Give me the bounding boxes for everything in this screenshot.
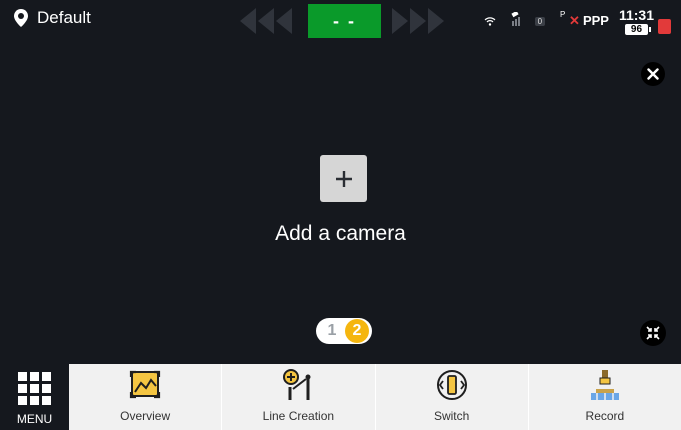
overview-icon [130,370,161,399]
satellite-icon [511,10,521,26]
collapse-button[interactable] [640,320,666,346]
switch-icon [436,370,467,400]
record-icon [590,370,619,400]
ppp-error-icon: ✕ [569,13,580,28]
menu-grid-icon [18,372,51,405]
alert-icon[interactable] [658,18,671,34]
tab-overview-label: Overview [120,409,171,423]
chevron-right-icon [392,8,408,34]
chevron-left-icon [258,8,274,34]
survey-screen: Default - - 0 P ✕ PPP 11:31 96 Add a cam… [0,0,681,430]
tab-record-label: Record [585,409,625,423]
page-2-button[interactable]: 2 [345,319,369,343]
page-1-button[interactable]: 1 [319,322,345,340]
collapse-icon [646,326,660,340]
chevron-right-icon [428,8,444,34]
signal-status[interactable]: - - [308,4,381,38]
menu-label: MENU [16,412,53,426]
previous-button[interactable] [240,4,294,38]
page-indicator: 1 2 [316,318,372,344]
add-camera-label: Add a camera [275,222,406,245]
add-camera-button[interactable] [320,155,367,202]
chevron-left-icon [240,8,256,34]
ppp-label: PPP [582,13,609,28]
location-selector[interactable]: Default [14,8,91,28]
chevron-left-icon [276,8,292,34]
satellite-count: 0 [534,16,546,26]
location-pin-icon [14,9,28,27]
wifi-icon [484,17,496,26]
tab-switch[interactable]: Switch [375,364,529,430]
location-name: Default [37,8,91,27]
close-button[interactable] [641,62,665,86]
clock-battery: 11:31 96 [619,8,654,35]
ppp-superscript: P [560,10,566,19]
status-icons: 0 P ✕ PPP 11:31 96 [484,6,671,36]
tab-overview[interactable]: Overview [69,364,223,430]
bottom-bar: MENU Overview Line Creation Switch Recor… [0,364,681,430]
chevron-right-icon [410,8,426,34]
ppp-status: P ✕ PPP [560,10,609,29]
satellite-status: 0 [510,10,546,31]
tab-line-creation-label: Line Creation [262,409,335,423]
tab-line-creation[interactable]: Line Creation [222,364,376,430]
bottom-tabs: Overview Line Creation Switch Record [69,364,681,430]
battery-level: 96 [624,23,652,35]
close-icon [647,68,659,80]
plus-icon [335,170,352,187]
clock: 11:31 [618,6,654,23]
tab-switch-label: Switch [433,409,470,423]
status-bar: Default - - 0 P ✕ PPP 11:31 96 [0,0,681,40]
line-creation-icon [283,369,311,400]
next-button[interactable] [392,4,446,38]
tab-record[interactable]: Record [528,364,681,430]
menu-button[interactable]: MENU [0,364,69,430]
